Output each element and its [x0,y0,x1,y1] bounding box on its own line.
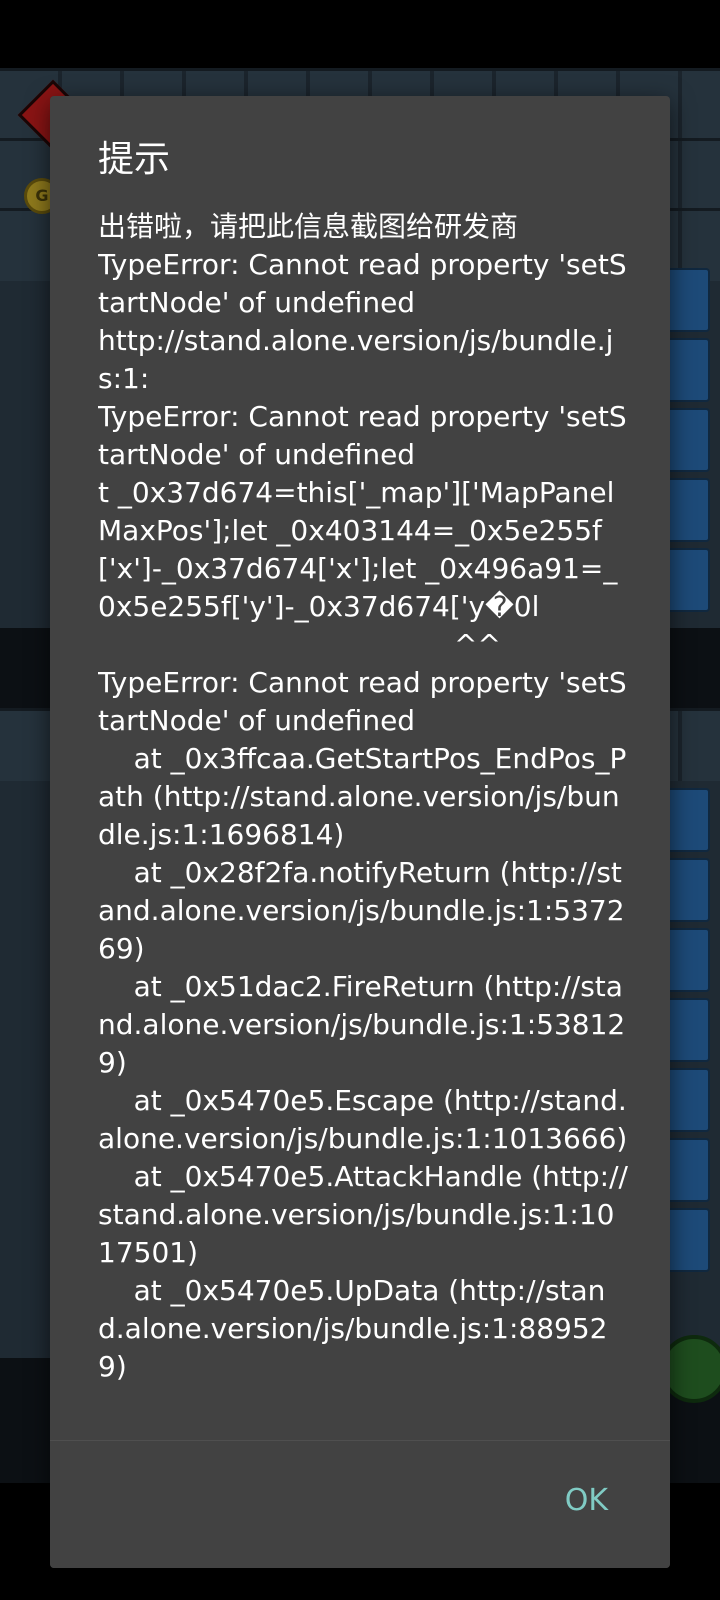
dialog-title: 提示 [98,139,171,180]
ok-button[interactable]: OK [551,1471,622,1531]
error-dialog: 提示 出错啦，请把此信息截图给研发商 TypeError: Cannot rea… [50,96,670,1568]
screen: G 提示 出错啦，请把此信息截图给研发商 TypeError: Cannot r… [0,0,720,1600]
dialog-message[interactable]: 出错啦，请把此信息截图给研发商 TypeError: Cannot read p… [98,208,628,1542]
dialog-button-bar: OK [50,1440,670,1568]
